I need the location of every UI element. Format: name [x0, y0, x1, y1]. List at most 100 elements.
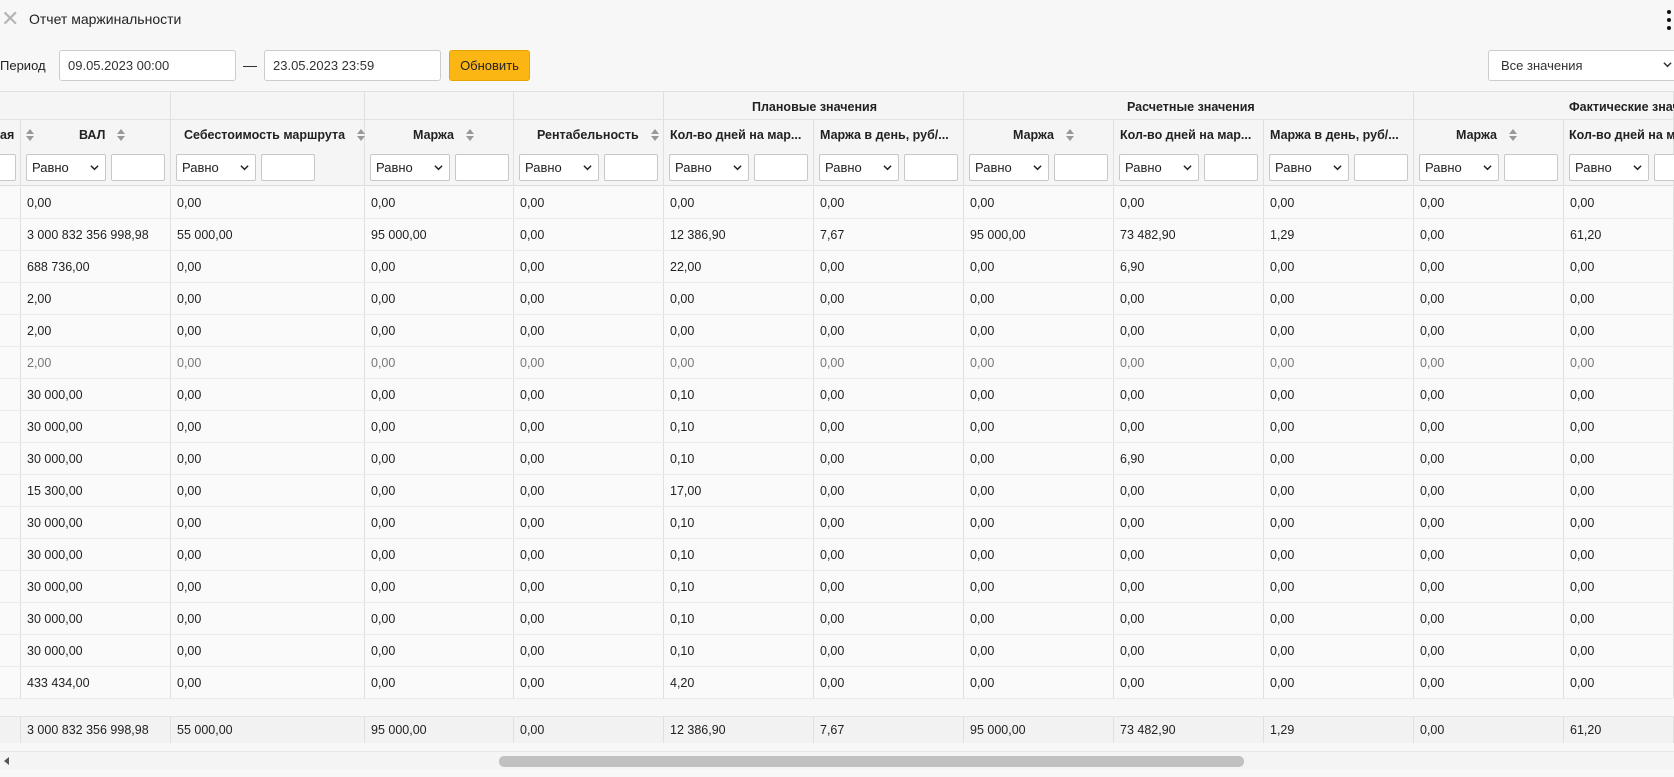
table-cell: 0,00: [371, 644, 396, 658]
filter-operator-select[interactable]: Равно: [26, 154, 106, 181]
table-cell: 30 000,00: [27, 516, 83, 530]
table-cell: 12 386,90: [670, 228, 726, 242]
table-cell: 0,00: [1270, 260, 1295, 274]
table-cell: 0,00: [1570, 420, 1595, 434]
table-cell: 0,00: [1570, 388, 1595, 402]
filter-value-input[interactable]: [1054, 154, 1108, 181]
table-row[interactable]: 0,00 0,00 0,00 0,00 0,00 0,00 0,00 0,00 0,00 0,00…: [0, 187, 1674, 219]
filter-value-input[interactable]: [1504, 154, 1558, 181]
chevron-down-icon: [240, 165, 249, 171]
table-row[interactable]: 30 000,00 0,00 0,00 0,00 0,10 0,00 0,00 0,00 0,0…: [0, 411, 1674, 443]
table-cell: 0,00: [820, 548, 845, 562]
table-row[interactable]: 2,00 0,00 0,00 0,00 0,00 0,00 0,00 0,00 0,00 0,00…: [0, 347, 1674, 379]
table-cell: 0,00: [1420, 516, 1445, 530]
horizontal-scrollbar[interactable]: [0, 751, 1674, 769]
margin-report-table: Плановые значения Расчетные значения Факти…: [0, 91, 1674, 758]
column-divider: [0, 603, 21, 634]
filter-value-input[interactable]: [1654, 154, 1674, 181]
sort-icon[interactable]: [1065, 129, 1074, 141]
filter-value-input[interactable]: [455, 154, 509, 181]
filter-operator-select[interactable]: Равно: [176, 154, 256, 181]
table-row[interactable]: 30 000,00 0,00 0,00 0,00 0,10 0,00 0,00 0,00 0,0…: [0, 635, 1674, 667]
total-cell: 95 000,00: [371, 723, 427, 737]
filter-operator-select[interactable]: Равно: [1419, 154, 1499, 181]
table-row[interactable]: 15 300,00 0,00 0,00 0,00 17,00 0,00 0,00 0,00 0,…: [0, 475, 1674, 507]
table-cell: 6,90: [1120, 260, 1145, 274]
filter-value-input[interactable]: [904, 154, 958, 181]
filter-operator-value: Равно: [376, 160, 413, 175]
table-row[interactable]: 30 000,00 0,00 0,00 0,00 0,10 0,00 0,00 0,00 0,0…: [0, 379, 1674, 411]
filter-operator-select[interactable]: Равно: [1119, 154, 1199, 181]
date-from-input[interactable]: [59, 50, 236, 81]
table-cell: 0,00: [670, 324, 695, 338]
sort-icon[interactable]: [650, 129, 659, 141]
filter-value-input[interactable]: [261, 154, 315, 181]
total-cell: 12 386,90: [670, 723, 726, 737]
table-row[interactable]: 3 000 832 356 998,98 55 000,00 95 000,00 0,…: [0, 219, 1674, 251]
close-icon[interactable]: ✕: [1, 8, 19, 30]
table-row[interactable]: 30 000,00 0,00 0,00 0,00 0,10 0,00 0,00 0,00 0,0…: [0, 571, 1674, 603]
sort-icon[interactable]: [465, 129, 474, 141]
refresh-button[interactable]: Обновить: [449, 50, 530, 81]
table-row[interactable]: 2,00 0,00 0,00 0,00 0,00 0,00 0,00 0,00 0,00 0,00…: [0, 283, 1674, 315]
filter-value-input[interactable]: [1354, 154, 1408, 181]
table-cell: 0,00: [820, 612, 845, 626]
filter-operator-select[interactable]: Равно: [669, 154, 749, 181]
filter-operator-select[interactable]: Равно: [969, 154, 1049, 181]
column-group-label: Плановые значения: [752, 100, 877, 114]
table-cell: 0,00: [1270, 388, 1295, 402]
filter-value-input[interactable]: [604, 154, 658, 181]
scroll-thumb[interactable]: [499, 756, 1244, 767]
table-cell: 0,00: [520, 196, 545, 210]
values-filter-select[interactable]: Все значения: [1488, 50, 1674, 81]
table-cell: 0,00: [371, 292, 396, 306]
table-row[interactable]: 30 000,00 0,00 0,00 0,00 0,10 0,00 0,00 0,00 0,0…: [0, 603, 1674, 635]
date-to-input[interactable]: [264, 50, 441, 81]
column-header-label: Маржа: [413, 128, 474, 142]
filter-operator-select[interactable]: Равно: [819, 154, 899, 181]
filter-value-input[interactable]: [111, 154, 165, 181]
table-cell: 0,00: [520, 516, 545, 530]
sort-icon[interactable]: [117, 129, 126, 141]
table-row[interactable]: 30 000,00 0,00 0,00 0,00 0,10 0,00 0,00 0,00 0,0…: [0, 539, 1674, 571]
table-cell: 0,00: [1420, 676, 1445, 690]
sort-icon[interactable]: [357, 129, 366, 141]
table-cell: 30 000,00: [27, 548, 83, 562]
column-title: Рентабельность: [537, 128, 639, 142]
filter-operator-select[interactable]: Равно: [519, 154, 599, 181]
total-cell: 0,00: [1420, 723, 1445, 737]
sort-icon[interactable]: [1508, 129, 1517, 141]
table-row[interactable]: 688 736,00 0,00 0,00 0,00 22,00 0,00 0,00 6,90 0…: [0, 251, 1674, 283]
filter-operator-select[interactable]: Равно: [1569, 154, 1649, 181]
column-divider: [0, 571, 21, 602]
filter-operator-select[interactable]: Равно: [1269, 154, 1349, 181]
table-cell: 0,00: [371, 388, 396, 402]
column-group-label: Расчетные значения: [1127, 100, 1255, 114]
column-title: ая: [0, 128, 15, 142]
table-cell: 73 482,90: [1120, 228, 1176, 242]
arrow-left-icon[interactable]: [4, 757, 9, 765]
column-title: Маржа в день, руб/...: [820, 128, 949, 142]
table-row[interactable]: 2,00 0,00 0,00 0,00 0,00 0,00 0,00 0,00 0,00 0,00…: [0, 315, 1674, 347]
filter-operator-value: Равно: [182, 160, 219, 175]
filter-value-input[interactable]: [1204, 154, 1258, 181]
table-cell: 0,00: [177, 196, 202, 210]
table-row[interactable]: 30 000,00 0,00 0,00 0,00 0,10 0,00 0,00 0,00 0,0…: [0, 507, 1674, 539]
table-row[interactable]: 433 434,00 0,00 0,00 0,00 4,20 0,00 0,00 0,00 0,…: [0, 667, 1674, 699]
table-cell: 0,00: [970, 484, 995, 498]
filter-value-input[interactable]: [0, 154, 16, 181]
table-cell: 0,00: [1120, 676, 1145, 690]
table-cell: 30 000,00: [27, 388, 83, 402]
table-cell: 0,00: [520, 260, 545, 274]
table-cell: 0,00: [1420, 484, 1445, 498]
chevron-down-icon: [883, 165, 892, 171]
table-row[interactable]: 30 000,00 0,00 0,00 0,00 0,10 0,00 0,00 6,90 0,0…: [0, 443, 1674, 475]
more-vertical-icon[interactable]: [1664, 10, 1674, 30]
table-cell: 0,00: [1420, 228, 1445, 242]
total-cell: 73 482,90: [1120, 723, 1176, 737]
table-cell: 0,00: [27, 196, 52, 210]
total-cell: 0,00: [520, 723, 545, 737]
filter-operator-select[interactable]: Равно: [370, 154, 450, 181]
table-cell: 0,00: [670, 292, 695, 306]
filter-value-input[interactable]: [754, 154, 808, 181]
